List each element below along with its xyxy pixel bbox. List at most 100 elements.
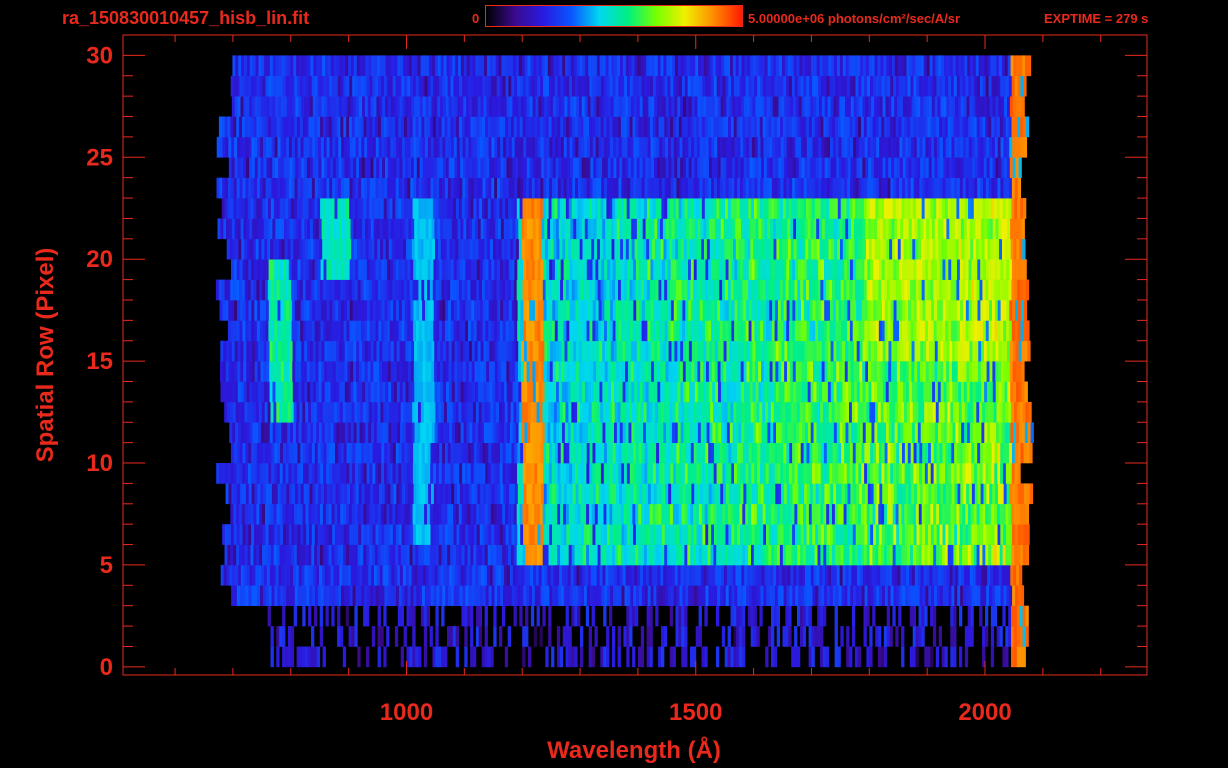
heatmap-cell <box>384 442 388 464</box>
heatmap-cell <box>470 401 474 423</box>
heatmap-cell <box>546 524 550 545</box>
heatmap-cell <box>395 524 400 545</box>
heatmap-cell <box>382 422 386 443</box>
heatmap-cell <box>503 361 507 382</box>
heatmap-cell <box>806 320 810 342</box>
heatmap-cell <box>699 442 703 464</box>
heatmap-cell <box>751 300 756 321</box>
heatmap-cell <box>656 300 660 321</box>
heatmap-cell <box>600 401 604 423</box>
heatmap-cell <box>342 564 346 586</box>
heatmap-cell <box>954 585 958 606</box>
heatmap-cell <box>468 585 472 606</box>
heatmap-cell <box>436 463 440 484</box>
heatmap-cell <box>641 320 645 342</box>
heatmap-cell <box>590 483 594 505</box>
heatmap-cell <box>794 503 798 525</box>
heatmap-cell <box>862 381 866 403</box>
heatmap-cell <box>945 585 949 606</box>
heatmap-cell <box>238 564 242 586</box>
heatmap-cell <box>430 259 434 280</box>
heatmap-cell <box>589 463 593 484</box>
heatmap-cell <box>393 300 397 321</box>
heatmap-cell <box>372 585 377 606</box>
heatmap-cell <box>481 544 486 566</box>
heatmap-cell <box>762 463 767 484</box>
heatmap-cell <box>483 483 487 505</box>
heatmap-cell <box>696 503 700 525</box>
heatmap-cell <box>840 401 844 423</box>
heatmap-cell <box>775 340 779 362</box>
heatmap-cell <box>696 279 700 301</box>
heatmap-cell <box>753 279 758 301</box>
heatmap-cell <box>603 401 607 423</box>
heatmap-cell <box>591 401 595 423</box>
heatmap-cell <box>427 320 431 342</box>
heatmap-cell <box>864 300 868 321</box>
heatmap-cell <box>963 300 967 321</box>
heatmap-cell <box>721 626 726 647</box>
heatmap-cell <box>785 626 789 647</box>
heatmap-cell <box>930 401 934 423</box>
heatmap-cell <box>833 564 838 586</box>
heatmap-cell <box>781 340 785 362</box>
heatmap-cell <box>484 279 489 301</box>
heatmap-cell <box>408 381 412 403</box>
heatmap-cell <box>806 279 810 301</box>
heatmap-cell <box>896 320 900 342</box>
heatmap-cell <box>571 544 575 566</box>
heatmap-cell <box>544 340 548 362</box>
heatmap-cell <box>300 300 304 321</box>
heatmap-cell <box>676 524 680 545</box>
heatmap-cell <box>531 544 535 566</box>
heatmap-cell <box>299 401 303 423</box>
heatmap-cell <box>880 381 884 403</box>
heatmap-cell <box>569 442 573 464</box>
heatmap-cell <box>269 564 274 586</box>
heatmap-cell <box>741 422 745 443</box>
heatmap-cell <box>629 503 633 525</box>
heatmap-cell <box>525 503 529 525</box>
heatmap-cell <box>833 361 837 382</box>
heatmap-cell <box>1005 463 1010 484</box>
heatmap-cell <box>700 483 704 505</box>
heatmap-cell <box>600 279 604 301</box>
heatmap-cell <box>529 483 533 505</box>
heatmap-cell <box>777 320 781 342</box>
heatmap-cell <box>624 585 628 606</box>
heatmap-cell <box>546 300 550 321</box>
heatmap-cell <box>283 361 287 382</box>
heatmap-cell <box>282 626 286 647</box>
heatmap-cell <box>311 463 315 484</box>
heatmap-cell <box>695 564 699 586</box>
heatmap-cell <box>960 585 964 606</box>
heatmap-cell <box>418 279 422 301</box>
heatmap-cell <box>664 503 668 525</box>
heatmap-cell <box>545 279 549 301</box>
heatmap-cell <box>862 422 867 443</box>
heatmap-cell <box>834 279 839 301</box>
heatmap-cell <box>538 564 543 586</box>
heatmap-cell <box>286 340 291 362</box>
heatmap-cell <box>771 442 776 464</box>
heatmap-cell <box>502 503 506 525</box>
heatmap-cell <box>394 381 398 403</box>
heatmap-cell <box>760 300 764 321</box>
heatmap-cell <box>875 463 879 484</box>
heatmap-cell <box>509 564 514 586</box>
heatmap-cell <box>825 646 830 668</box>
heatmap-cell <box>302 279 306 301</box>
heatmap-cell <box>995 564 1000 586</box>
heatmap-cell <box>826 463 830 484</box>
heatmap-cell <box>430 524 434 545</box>
heatmap-cell <box>990 626 995 647</box>
heatmap-cell <box>450 442 454 464</box>
heatmap-cell <box>254 320 258 342</box>
heatmap-cell <box>252 422 256 443</box>
heatmap-cell <box>591 646 595 668</box>
heatmap-cell <box>736 605 740 627</box>
heatmap-cell <box>882 340 886 362</box>
heatmap-cell <box>678 626 682 647</box>
heatmap-cell <box>630 361 635 382</box>
heatmap-cell <box>265 463 269 484</box>
